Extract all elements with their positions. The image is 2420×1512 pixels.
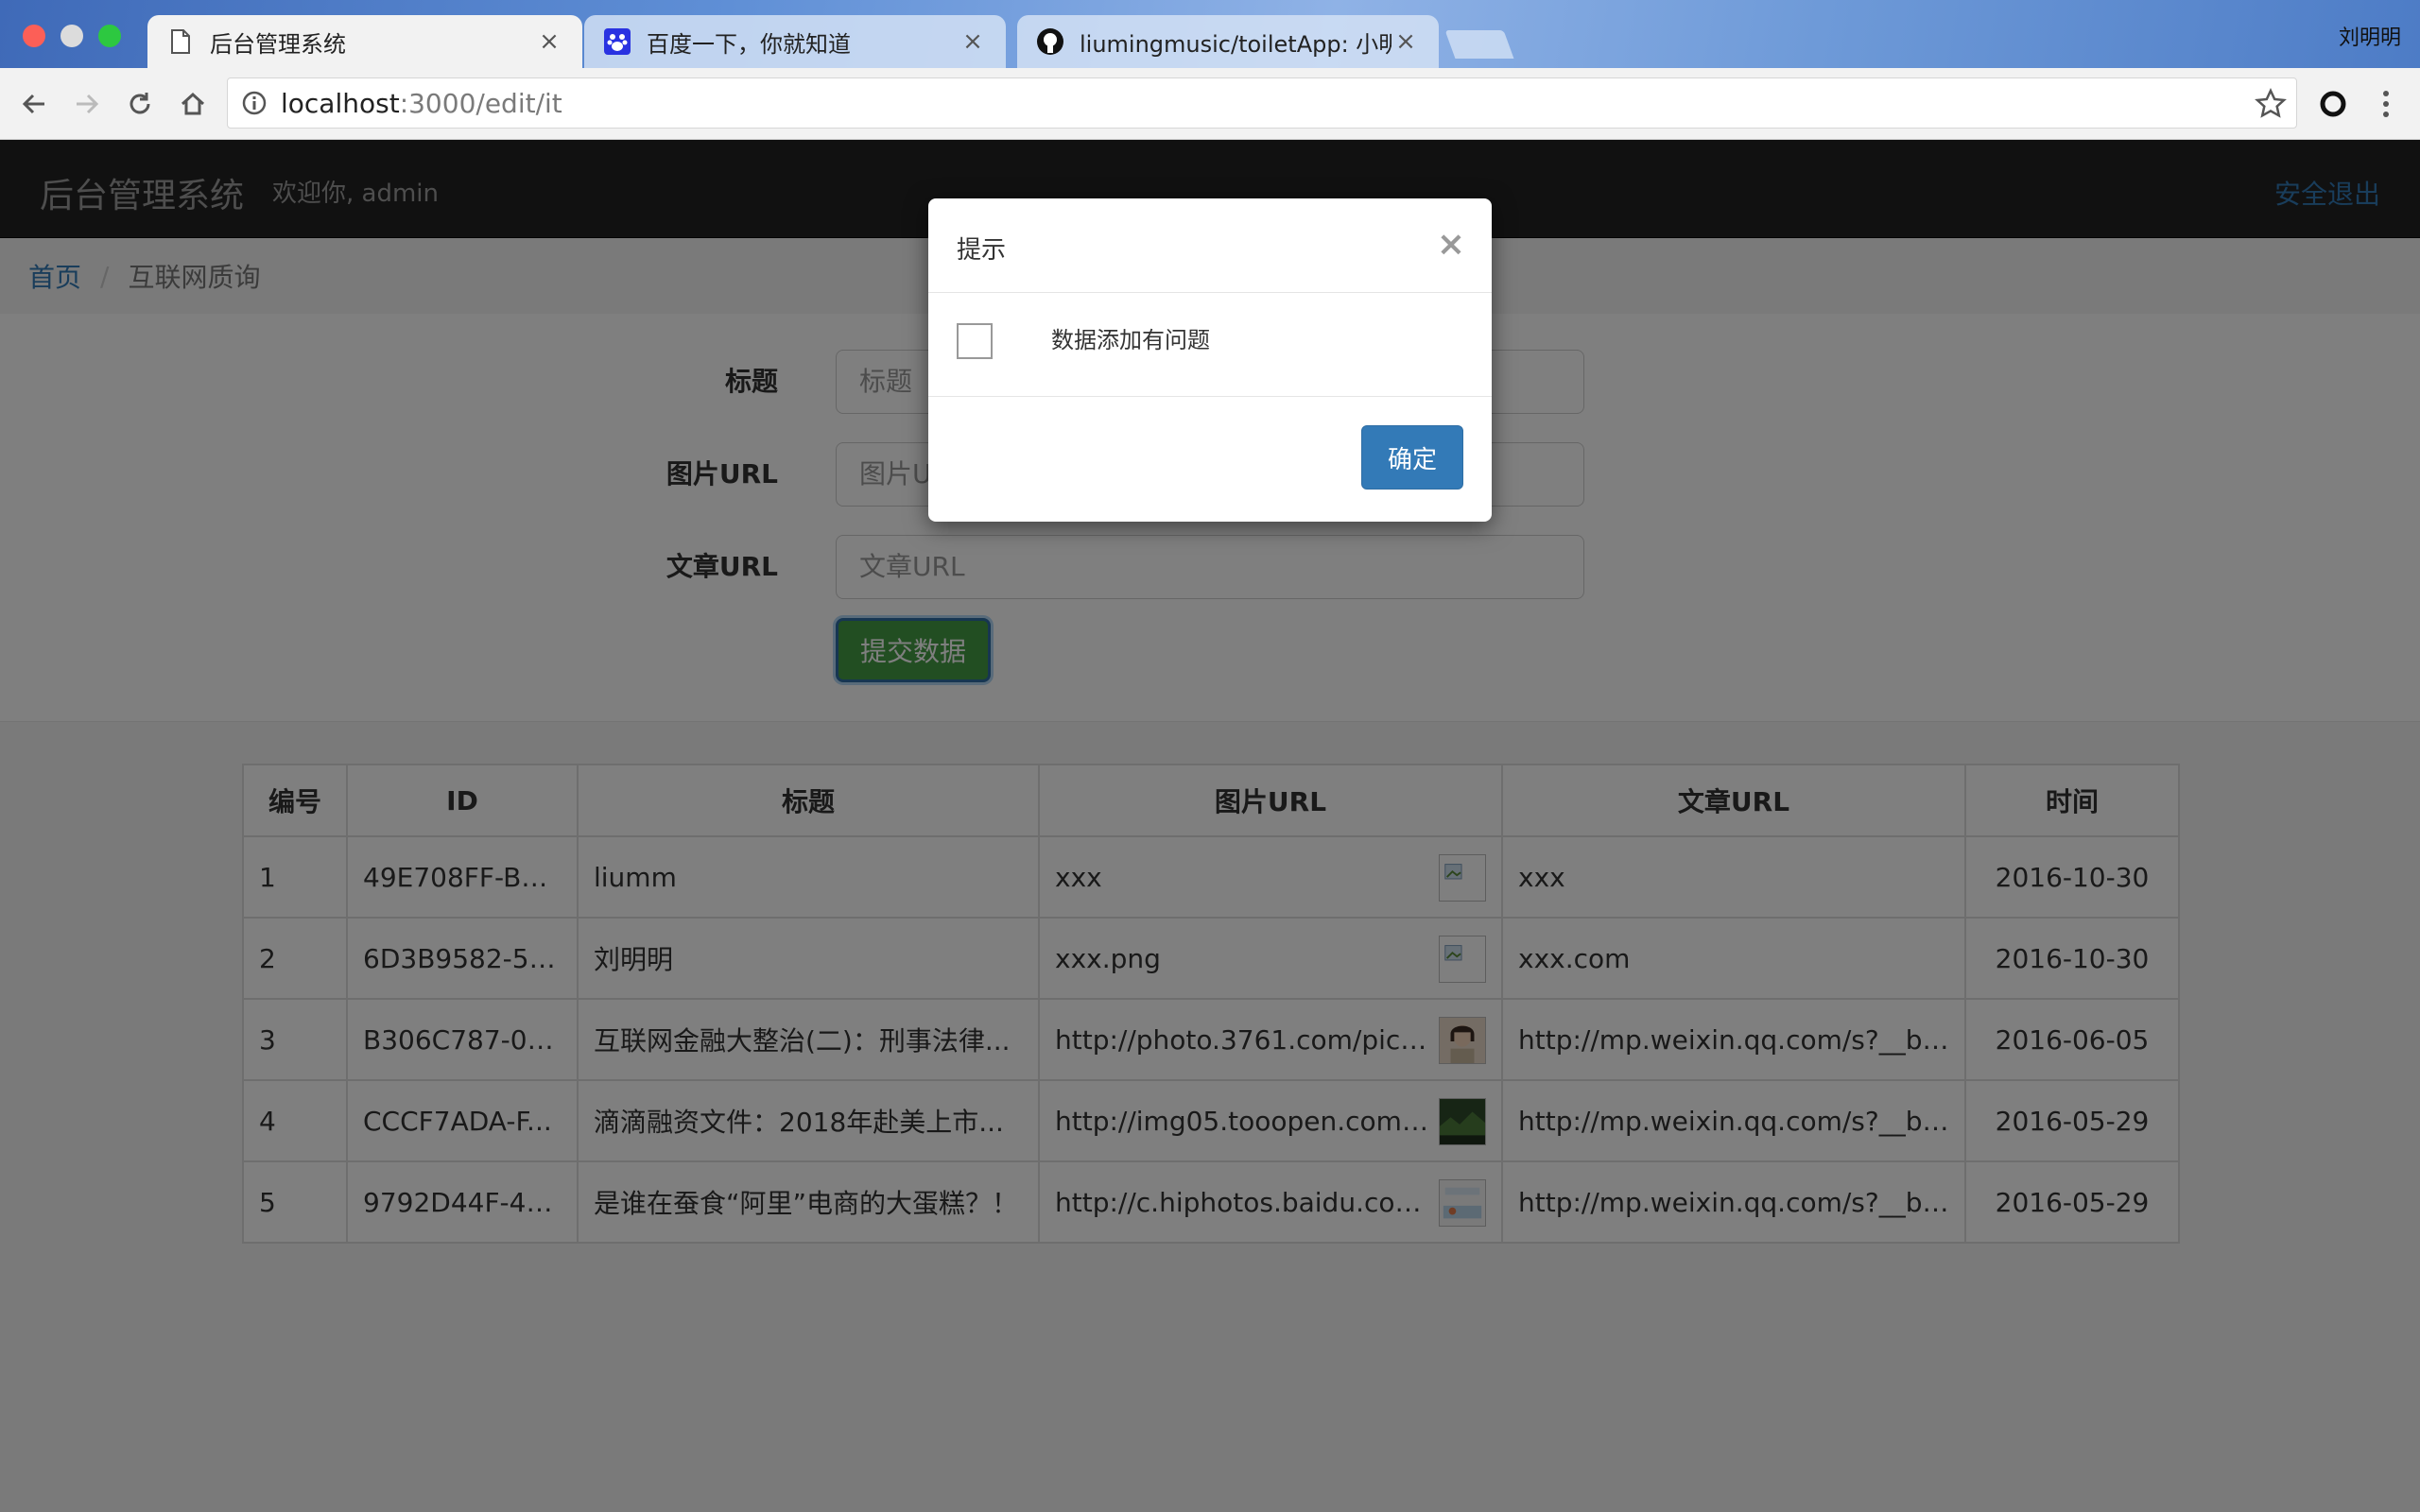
minimize-window-button[interactable]: [60, 25, 83, 47]
dialog-header: 提示 ×: [928, 198, 1492, 293]
info-icon[interactable]: [228, 77, 281, 129]
back-button[interactable]: [15, 85, 53, 123]
url-path: :3000/edit/it: [399, 87, 562, 119]
alert-dialog: 提示 × 数据添加有问题 确定: [928, 198, 1492, 522]
url-host: localhost: [281, 87, 400, 119]
home-button[interactable]: [174, 85, 212, 123]
dialog-close-icon[interactable]: ×: [1437, 225, 1465, 264]
close-window-button[interactable]: [23, 25, 45, 47]
address-bar[interactable]: localhost:3000/edit/it: [227, 77, 2297, 129]
dialog-message: 数据添加有问题: [1051, 327, 1210, 353]
arrow-left-icon: [22, 94, 44, 114]
maximize-window-button[interactable]: [98, 25, 121, 47]
close-tab-icon[interactable]: ×: [959, 27, 987, 56]
menu-dots-icon[interactable]: [2367, 85, 2405, 123]
browser-tab-baidu[interactable]: 百度一下，你就知道 ×: [584, 15, 1006, 68]
new-tab-button[interactable]: [1444, 30, 1514, 59]
browser-toolbar: localhost:3000/edit/it: [0, 68, 2420, 140]
document-icon: [166, 27, 195, 56]
close-tab-icon[interactable]: ×: [1392, 27, 1420, 56]
tab-title: 百度一下，你就知道: [647, 30, 851, 58]
browser-tab-admin[interactable]: 后台管理系统 ×: [147, 15, 582, 68]
github-icon: [1036, 27, 1064, 56]
baidu-paw-icon: [603, 27, 631, 56]
home-icon: [181, 92, 205, 115]
dialog-body: 数据添加有问题: [928, 293, 1492, 397]
dialog-checkbox[interactable]: [957, 323, 993, 359]
arrow-right-icon: [77, 94, 99, 114]
reload-icon: [130, 93, 150, 114]
extension-ring-icon[interactable]: [2314, 85, 2352, 123]
dialog-title: 提示: [957, 236, 1007, 265]
tab-title: liumingmusic/toiletApp: 小明带: [1080, 30, 1392, 58]
forward-button[interactable]: [68, 85, 106, 123]
profile-name[interactable]: 刘明明: [2339, 21, 2401, 51]
reload-button[interactable]: [121, 85, 159, 123]
browser-tabstrip: 后台管理系统 × 百度一下，你就知道 × liumingmusic/toilet…: [0, 0, 2420, 68]
dialog-ok-button[interactable]: 确定: [1361, 425, 1463, 490]
tab-title: 后台管理系统: [210, 30, 346, 58]
bookmark-star-icon[interactable]: [2255, 88, 2287, 120]
close-tab-icon[interactable]: ×: [535, 27, 563, 56]
url-text: localhost:3000/edit/it: [281, 88, 562, 119]
browser-tab-github[interactable]: liumingmusic/toiletApp: 小明带 ×: [1017, 15, 1439, 68]
